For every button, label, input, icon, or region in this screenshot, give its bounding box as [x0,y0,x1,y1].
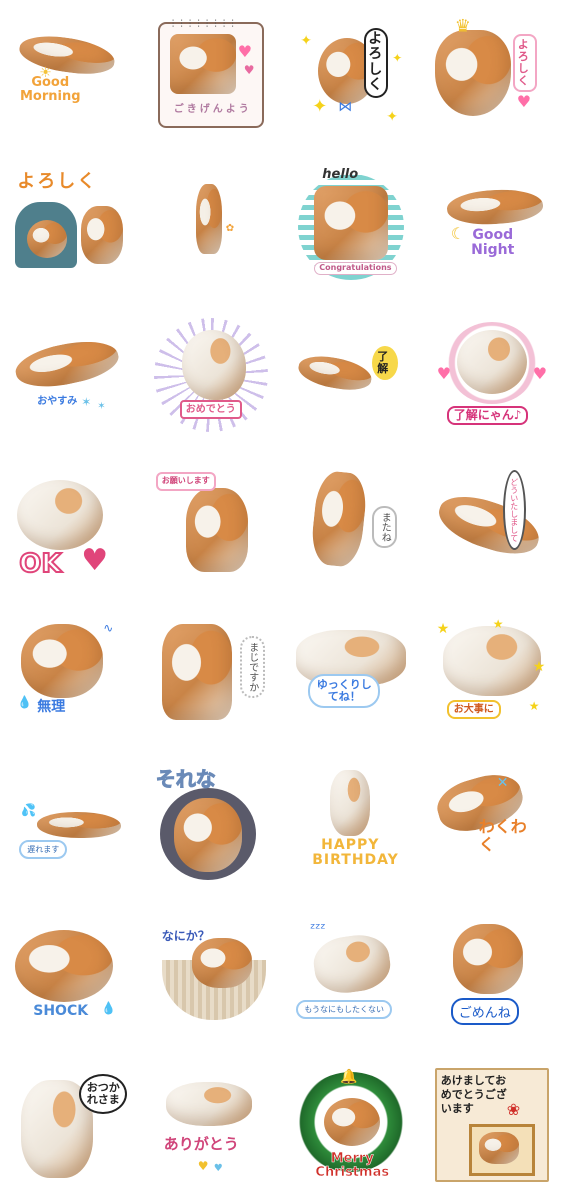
sticker-text: もうなにもしたくない [296,1000,393,1019]
heart-icon: ♥ [532,364,548,383]
sticker-text: ゆっくりしてね！ [308,674,381,709]
sticker-subtext: Congratulations [314,262,397,275]
sticker-hello[interactable]: hello Congratulations [281,150,422,300]
sweat-drop-icon: 💧 [101,1001,117,1015]
sticker-text: お願いします [155,472,216,491]
sticker-text: わくわく [478,817,527,854]
sticker-merry-christmas[interactable]: 🔔 Merry Christmas [281,1050,422,1200]
sticker-text: Good Night [471,227,515,259]
sticker-ok[interactable]: OK ♥ [0,450,141,600]
sticker-yoroshiku-shark[interactable]: よろしく [0,150,141,300]
sticker-yukkuri[interactable]: ゆっくりしてね！ [281,600,422,750]
sticker-akemashite[interactable]: あけましておめでとうございます ❀ [422,1050,562,1200]
sticker-text: Merry Christmas [315,1151,390,1181]
sticker-mou-nanimo[interactable]: ᶻᶻᶻ もうなにもしたくない [281,900,422,1050]
heart-icon: ♥ [213,1163,223,1174]
heart-icon: ♥ [81,543,109,578]
sticker-wakuwaku[interactable]: ✕ わくわく [422,750,562,900]
knot-ribbon-icon: ❀ [506,1100,521,1119]
sticker-text: 了解にゃん♪ [446,406,529,426]
sticker-text: 遅れます [19,840,68,859]
sticker-douitashimashite[interactable]: どういたしまして [422,450,562,600]
sticker-text: HAPPY BIRTHDAY [312,837,399,869]
calendar-rings-icon: ⫶⫶⫶⫶⫶⫶⫶⫶ [171,19,240,30]
sticker-text: ごきげんよう [173,104,252,115]
heart-icon: ♥ [243,63,255,77]
moon-icon: ☾ [450,224,466,243]
sticker-matane[interactable]: またね [281,450,422,600]
sticker-cat-standing[interactable]: ✿ [141,150,282,300]
sticker-text: 無理 [37,699,66,715]
crown-icon: ♛ [454,16,471,37]
sparkle-icon: ✦ [300,33,312,49]
zzz-icon: ᶻᶻᶻ [310,921,326,937]
sticker-text: よろしく [364,28,389,98]
star-icon: ★ [532,659,546,675]
sticker-happy-birthday[interactable]: HAPPY BIRTHDAY [281,750,422,900]
heart-icon: ♥ [436,364,452,383]
sweat-drop-icon: 💧 [17,695,33,709]
sticker-good-night[interactable]: Good Night ☾ [422,150,562,300]
sticker-ryoukai-nyan[interactable]: ♥ ♥ 了解にゃん♪ [422,300,562,450]
sticker-text: まじですか [239,636,265,698]
star-icon: ✶ [97,401,106,412]
heart-icon: ♥ [516,92,532,111]
bowtie-icon: ⋈ [338,99,353,115]
sticker-gokigenyou[interactable]: ⫶⫶⫶⫶⫶⫶⫶⫶ ♥ ♥ ごきげんよう [141,0,282,150]
sticker-text: よろしく [512,34,537,93]
sun-icon: ☀ [39,65,52,81]
star-icon: ★ [492,617,504,631]
sticker-text: おめでとう [179,400,242,419]
sticker-otsukaresama[interactable]: おつかれさま [0,1050,141,1200]
sparkle-icon: ✦ [392,51,403,65]
flower-icon: ✿ [225,223,235,234]
heart-icon: ♥ [237,42,253,61]
sticker-grid: Good Morning ☀ ⫶⫶⫶⫶⫶⫶⫶⫶ ♥ ♥ ごきげんよう ✦ ✦ ✦… [0,0,562,1200]
squiggle-icon: ∿ [103,621,114,635]
sticker-sorena[interactable]: それな [141,750,282,900]
sticker-yoroshiku-crown[interactable]: ♛ よろしく ♥ [422,0,562,150]
sticker-oyasumi[interactable]: おやすみ ✶ ✶ [0,300,141,450]
sticker-text: それな [155,767,216,791]
sticker-text: おやすみ [37,396,78,407]
sparkle-icon: ✦ [312,96,328,117]
sticker-text: よろしく [17,171,98,192]
sticker-odaijini[interactable]: ★ ★ ★ ★ お大事に [422,600,562,750]
sparkle-icon: ✦ [386,109,398,125]
sticker-yoroshiku-stars[interactable]: ✦ ✦ ✦ ✦ よろしく ⋈ [281,0,422,150]
sticker-okuremasu[interactable]: 遅れます 💦 [0,750,141,900]
sticker-arigatou[interactable]: ありがとう ♥ ♥ [141,1050,282,1200]
sticker-muri[interactable]: 無理 💧 ∿ [0,600,141,750]
sticker-text: どういたしまして [502,470,526,550]
sticker-ryoukai[interactable]: 了解 [281,300,422,450]
heart-icon: ♥ [197,1159,209,1173]
sticker-text: SHOCK [33,1003,89,1019]
sticker-text: OK [18,549,62,579]
sticker-onegaishimasu[interactable]: お願いします [141,450,282,600]
sticker-text: あけましておめでとうございます [440,1074,507,1115]
sticker-text: 了解 [372,346,399,381]
sticker-gomenne[interactable]: ごめんね [422,900,562,1050]
sticker-omedetou[interactable]: おめでとう [141,300,282,450]
star-icon: ★ [436,621,450,637]
cat-cross-icon: ✕ [496,775,509,791]
sticker-text: ありがとう [163,1135,239,1153]
star-icon: ✶ [81,395,92,409]
sweat-drop-icon: 💦 [21,803,37,817]
sticker-text: ごめんね [450,998,519,1025]
sticker-nanika[interactable]: なにか？ [141,900,282,1050]
sticker-text: おつかれさま [79,1074,128,1115]
sticker-majidesuka[interactable]: まじですか [141,600,282,750]
star-icon: ★ [528,699,540,713]
sticker-good-morning[interactable]: Good Morning ☀ [0,0,141,150]
sticker-text: お大事に [446,700,501,719]
sticker-shock[interactable]: SHOCK 💧 [0,900,141,1050]
bell-icon: 🔔 [340,1069,358,1085]
sticker-text: hello [322,167,359,182]
sticker-text: またね [372,506,398,548]
